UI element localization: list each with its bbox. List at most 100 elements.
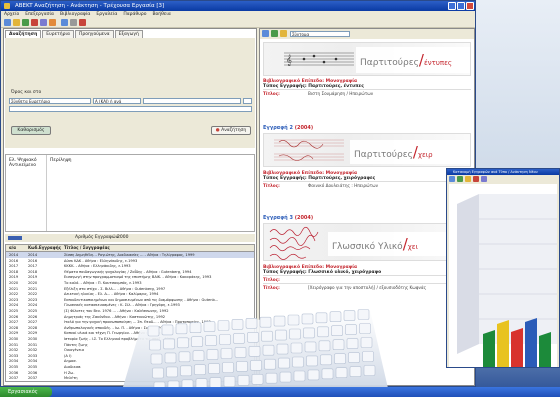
keyboard-key: [163, 338, 175, 350]
table-header: α/α Κωδ.Εγγραφής Τίτλος / Συγγραφέας: [6, 245, 254, 252]
print-icon[interactable]: [61, 19, 68, 26]
search-input-2[interactable]: [9, 106, 252, 112]
keyboard-key: [321, 368, 334, 380]
menu-bibliography[interactable]: Βιβλιογραφία: [57, 11, 93, 18]
tab-indexes[interactable]: Ευρετήρια: [42, 30, 74, 38]
menu-window[interactable]: Παράθυρο: [120, 11, 149, 18]
col-title[interactable]: Τίτλος / Συγγραφέας: [64, 245, 110, 251]
keyboard-key: [189, 322, 202, 334]
keyboard-key: [223, 376, 236, 387]
record-2-header[interactable]: Εγγραφή 2 (2004): [263, 125, 471, 131]
keyboard-key: [320, 354, 332, 366]
keyboard-key: [203, 321, 216, 332]
keyboard-key: [307, 369, 320, 381]
menu-edit[interactable]: Επεξεργασία: [22, 11, 57, 18]
keyboard-key: [318, 340, 331, 352]
col-index[interactable]: α/α: [9, 245, 16, 251]
table-icon[interactable]: [271, 30, 278, 37]
keyboard-key: [250, 359, 262, 371]
keyboard-key: [191, 336, 203, 348]
keyboard-key: [362, 351, 374, 362]
record-2-title-row: Τίτλος: Φαινικό Δουλειάτης : Ηπειρώτων: [263, 181, 471, 189]
record-2-type-overlay: Παρτιτούρες/χειρ: [350, 140, 470, 164]
chart-save-icon[interactable]: [457, 176, 463, 182]
details-panel: Ελ. Ψηφιακό Αντικείμενο Περίληψη: [5, 154, 255, 232]
keyboard-key: [303, 327, 315, 339]
keyboard-key: [205, 335, 217, 346]
digital-object-label: Ελ. Ψηφιακό Αντικείμενο: [9, 158, 37, 168]
exit-icon[interactable]: [79, 19, 86, 26]
export-icon[interactable]: [70, 19, 77, 26]
keyboard-key: [219, 334, 231, 345]
record-toolbar: Σύντομα: [260, 29, 474, 39]
tab-export[interactable]: Εξαγωγή: [114, 30, 143, 38]
view-icon[interactable]: [262, 30, 269, 37]
record-3-header[interactable]: Εγγραφή 3 (2004): [263, 215, 471, 221]
taskbar: [0, 387, 560, 397]
search-button[interactable]: ● Αναζήτηση: [211, 126, 251, 135]
save-icon[interactable]: [22, 19, 29, 26]
menu-file[interactable]: Αρχείο: [1, 11, 22, 18]
menu-tools[interactable]: Εργαλεία: [93, 11, 120, 18]
keyboard-key: [217, 320, 230, 331]
row-code: 2037: [28, 376, 38, 381]
keyboard-key: [276, 343, 289, 355]
keyboard-key: [247, 331, 259, 343]
info-icon[interactable]: [49, 19, 56, 26]
field-select[interactable]: Σύνθετα Ευρετήρια: [9, 98, 91, 104]
delete-icon[interactable]: [31, 19, 38, 26]
search-button-icon: ●: [215, 128, 220, 133]
keyboard-key: [279, 371, 292, 383]
start-button[interactable]: Εργασιακός: [0, 387, 52, 397]
svg-text:𝄞: 𝄞: [286, 54, 292, 66]
row-title: Μελέτη: [64, 376, 78, 381]
keyboard-key: [359, 323, 371, 334]
keyboard-key: [234, 347, 247, 358]
more-button[interactable]: [243, 98, 252, 104]
clear-button[interactable]: Καθαρισμός: [11, 126, 51, 135]
maximize-button[interactable]: [457, 2, 465, 10]
record-2[interactable]: Βιβλιογραφικό Επίπεδο: Μονογραφία Τύπος …: [263, 171, 471, 189]
record-3[interactable]: Βιβλιογραφικό Επίπεδο: Μονογραφία Τύπος …: [263, 265, 471, 291]
keyboard-key: [345, 324, 357, 335]
print-record-icon[interactable]: [280, 30, 287, 37]
keyboard-key: [264, 358, 276, 370]
open-folder-icon[interactable]: [13, 19, 20, 26]
col-code[interactable]: Κωδ.Εγγραφής: [28, 245, 61, 251]
record-1[interactable]: Βιβλιογραφικό Επίπεδο: Μονογραφία Τύπος …: [263, 79, 471, 97]
operator-select[interactable]: Α (ΚΑΙ) ή ανά: [93, 98, 141, 104]
keyboard-key: [208, 363, 220, 374]
keyboard-key: [335, 367, 348, 378]
search-input[interactable]: [143, 98, 241, 104]
keyboard-key: [265, 372, 278, 384]
menu-help[interactable]: Βοήθεια: [149, 11, 173, 18]
keyboard-key: [304, 341, 317, 353]
keyboard-key: [206, 349, 219, 360]
chart-print-icon[interactable]: [449, 176, 455, 182]
record-2-image: Παρτιτούρες/χειρ: [263, 133, 471, 167]
display-format-select[interactable]: Σύντομα: [290, 31, 350, 37]
chart-type-icon[interactable]: [465, 176, 471, 182]
tab-previous[interactable]: Προηγούμενα: [74, 30, 114, 38]
record-1-image: 𝄞 Παρτιτούρες/έντυπες: [263, 42, 471, 76]
minimize-button[interactable]: [448, 2, 456, 10]
keyboard-key: [262, 344, 275, 356]
close-button[interactable]: [466, 2, 474, 10]
chart-options-icon[interactable]: [473, 176, 479, 182]
keyboard-key: [348, 352, 360, 363]
tab-search[interactable]: Αναζήτηση: [5, 30, 42, 38]
search-icon[interactable]: [40, 19, 47, 26]
keyboard-key: [346, 338, 359, 349]
chart-zoom-icon[interactable]: [481, 176, 487, 182]
keyboard-key: [147, 325, 160, 337]
keyboard-key: [331, 325, 343, 337]
search-label: Όρος και στο: [11, 90, 42, 95]
keyboard-key: [334, 353, 346, 365]
divider: [46, 155, 47, 231]
chart-area: [449, 184, 557, 367]
keyboard-key: [231, 319, 244, 330]
keyboard-key: [292, 356, 304, 368]
new-icon[interactable]: [4, 19, 11, 26]
keyboard-key: [290, 342, 303, 354]
window-titlebar[interactable]: ABEKT Αναζήτηση - Ανάκτηση - Τρέχουσα Ερ…: [1, 1, 475, 11]
